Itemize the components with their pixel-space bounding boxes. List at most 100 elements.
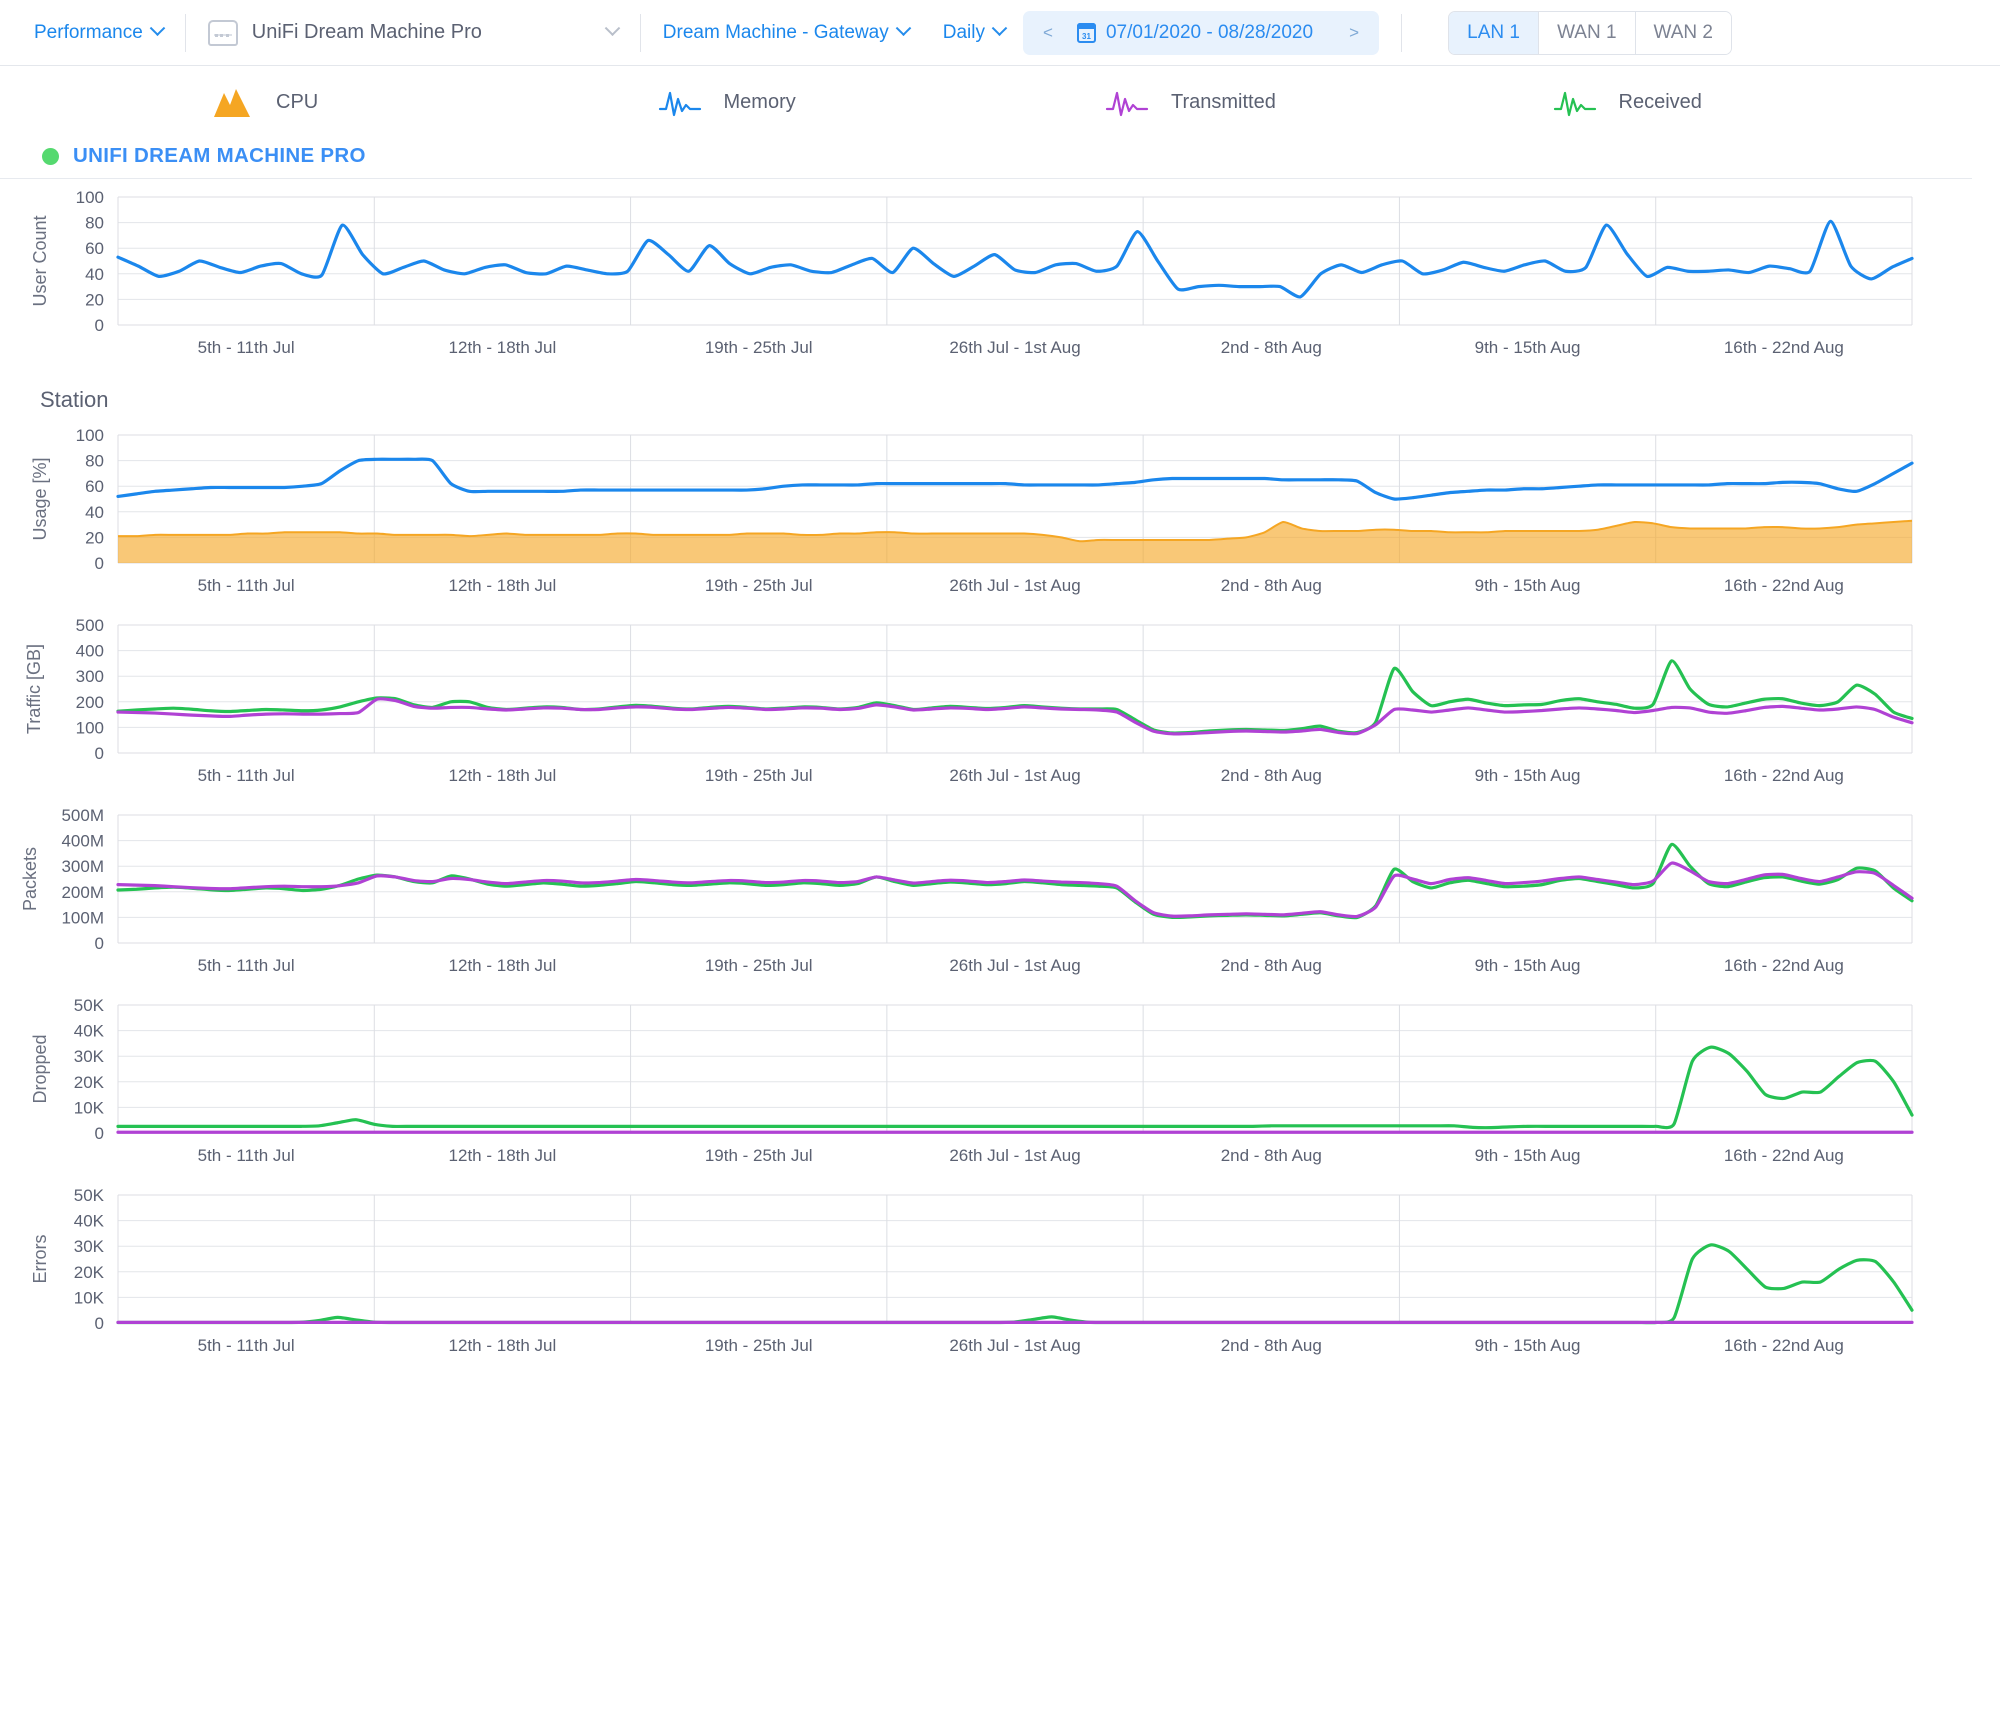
x-tick-label: 9th - 15th Aug bbox=[1475, 1336, 1581, 1355]
x-tick-label: 16th - 22nd Aug bbox=[1724, 766, 1844, 785]
gateway-selector[interactable]: Dream Machine - Gateway bbox=[663, 20, 912, 44]
series-line-memory bbox=[116, 457, 1914, 501]
y-tick-label: 300M bbox=[61, 857, 104, 876]
x-tick-label: 26th Jul - 1st Aug bbox=[949, 766, 1080, 785]
y-tick-label: 100 bbox=[76, 426, 104, 445]
view-selector[interactable]: Performance bbox=[34, 20, 166, 44]
x-tick-label: 9th - 15th Aug bbox=[1475, 766, 1581, 785]
x-tick-label: 5th - 11th Jul bbox=[198, 956, 295, 975]
legend-item-received[interactable]: Received bbox=[1553, 85, 2000, 119]
x-tick-label: 12th - 18th Jul bbox=[449, 766, 557, 785]
y-tick-label: 40 bbox=[85, 265, 104, 284]
series-line-received bbox=[116, 1045, 1914, 1130]
y-tick-label: 100 bbox=[76, 718, 104, 737]
x-tick-label: 2nd - 8th Aug bbox=[1221, 338, 1322, 357]
dream-machine-icon bbox=[207, 19, 238, 46]
page-title[interactable]: UNIFI DREAM MACHINE PRO bbox=[73, 144, 366, 168]
device-selector[interactable]: UniFi Dream Machine Pro bbox=[207, 19, 621, 46]
status-badge bbox=[42, 147, 59, 165]
legend-label-cpu: CPU bbox=[276, 90, 319, 113]
x-tick-label: 19th - 25th Jul bbox=[705, 1146, 813, 1165]
series-line-transmitted bbox=[116, 697, 1914, 736]
series-line-users bbox=[116, 219, 1914, 299]
chart-legend: CPU Memory Transmitted Received bbox=[0, 66, 2000, 138]
series-line-received bbox=[116, 1243, 1914, 1325]
y-tick-label: 200M bbox=[61, 883, 104, 902]
x-tick-label: 12th - 18th Jul bbox=[449, 1146, 557, 1165]
x-tick-label: 16th - 22nd Aug bbox=[1724, 1146, 1844, 1165]
x-tick-label: 5th - 11th Jul bbox=[198, 1146, 295, 1165]
x-tick-label: 26th Jul - 1st Aug bbox=[949, 1146, 1080, 1165]
y-tick-label: 100 bbox=[76, 188, 104, 207]
y-tick-label: 100M bbox=[61, 908, 104, 927]
x-tick-label: 2nd - 8th Aug bbox=[1221, 956, 1322, 975]
y-tick-label: 20K bbox=[74, 1073, 105, 1092]
legend-label-transmitted: Transmitted bbox=[1171, 90, 1276, 113]
y-axis-title: Errors bbox=[30, 1235, 50, 1284]
chart-packets[interactable]: 0 100M 200M 300M 400M 500M 5th - 11th Jul 12th … bbox=[0, 803, 2000, 993]
charts-container: 0 20 40 60 80 100 5th - 11th Jul 12th - 18th Ju… bbox=[0, 179, 2000, 1373]
y-tick-label: 400 bbox=[76, 642, 104, 661]
chart-dropped[interactable]: 0 10K 20K 30K 40K 50K 5th - 11th Jul 12th - 18t… bbox=[0, 993, 2000, 1183]
date-range-next-button[interactable]: > bbox=[1335, 14, 1373, 52]
toolbar-divider-2 bbox=[639, 13, 641, 52]
x-tick-label: 16th - 22nd Aug bbox=[1724, 956, 1844, 975]
y-tick-label: 50K bbox=[74, 1186, 105, 1205]
x-tick-label: 12th - 18th Jul bbox=[449, 576, 557, 595]
y-tick-label: 60 bbox=[85, 477, 104, 496]
date-range-label[interactable]: 07/01/2020 - 08/28/2020 bbox=[1100, 22, 1331, 44]
tab-wan-1[interactable]: WAN 1 bbox=[1539, 11, 1636, 54]
y-axis-title: User Count bbox=[30, 215, 50, 306]
date-range-picker[interactable]: < 07/01/2020 - 08/28/2020 > bbox=[1022, 10, 1380, 55]
x-tick-label: 19th - 25th Jul bbox=[705, 766, 813, 785]
date-range-prev-button[interactable]: < bbox=[1029, 14, 1067, 52]
y-tick-label: 500 bbox=[76, 616, 104, 635]
x-tick-label: 26th Jul - 1st Aug bbox=[949, 956, 1080, 975]
chevron-down-icon bbox=[895, 20, 912, 37]
top-toolbar: Performance UniFi Dream Machine Pro Drea… bbox=[0, 0, 2000, 66]
interval-selector-label: Daily bbox=[942, 21, 985, 43]
legend-label-memory: Memory bbox=[723, 90, 796, 113]
tab-lan-1[interactable]: LAN 1 bbox=[1449, 11, 1540, 54]
y-tick-label: 80 bbox=[85, 452, 104, 471]
x-tick-label: 26th Jul - 1st Aug bbox=[949, 576, 1080, 595]
y-tick-label: 20 bbox=[85, 290, 104, 309]
x-tick-label: 2nd - 8th Aug bbox=[1221, 576, 1322, 595]
y-axis-title: Traffic [GB] bbox=[24, 644, 44, 734]
y-tick-label: 200 bbox=[76, 693, 104, 712]
y-tick-label: 0 bbox=[95, 1314, 104, 1333]
x-tick-label: 16th - 22nd Aug bbox=[1724, 1336, 1844, 1355]
series-line-transmitted bbox=[116, 861, 1914, 919]
legend-item-memory[interactable]: Memory bbox=[658, 85, 1106, 119]
tab-wan-2[interactable]: WAN 2 bbox=[1635, 11, 1731, 54]
y-tick-label: 60 bbox=[85, 239, 104, 258]
x-tick-label: 12th - 18th Jul bbox=[449, 338, 557, 357]
chart-traffic[interactable]: 0 100 200 300 400 500 5th - 11th Jul 12th - 18t… bbox=[0, 613, 2000, 803]
area-chart-icon bbox=[214, 89, 250, 117]
x-tick-label: 5th - 11th Jul bbox=[198, 766, 295, 785]
chart-user-count[interactable]: 0 20 40 60 80 100 5th - 11th Jul 12th - 18th Ju… bbox=[0, 185, 2000, 375]
chart-usage[interactable]: 0 20 40 60 80 100 5th - 11th Jul 12th - 18th Ju… bbox=[0, 423, 2000, 613]
x-tick-label: 5th - 11th Jul bbox=[198, 576, 295, 595]
interface-tab-group: LAN 1 WAN 1 WAN 2 bbox=[1448, 10, 1732, 55]
calendar-icon bbox=[1076, 22, 1096, 43]
section-label-station: Station bbox=[40, 387, 109, 412]
x-tick-label: 12th - 18th Jul bbox=[449, 956, 557, 975]
y-tick-label: 500M bbox=[61, 806, 104, 825]
x-tick-label: 9th - 15th Aug bbox=[1475, 956, 1581, 975]
x-tick-label: 19th - 25th Jul bbox=[705, 1336, 813, 1355]
x-tick-label: 26th Jul - 1st Aug bbox=[949, 1336, 1080, 1355]
line-chart-icon bbox=[658, 91, 701, 117]
line-chart-icon bbox=[1105, 91, 1149, 117]
interval-selector[interactable]: Daily bbox=[942, 20, 1008, 44]
y-axis-title: Usage [%] bbox=[30, 457, 50, 540]
legend-item-cpu[interactable]: CPU bbox=[210, 85, 658, 119]
y-tick-label: 0 bbox=[95, 744, 104, 763]
y-tick-label: 0 bbox=[95, 554, 104, 573]
y-axis-title: Packets bbox=[20, 847, 40, 911]
x-tick-label: 2nd - 8th Aug bbox=[1221, 766, 1322, 785]
chart-errors[interactable]: 0 10K 20K 30K 40K 50K 5th - 11th Jul 12th - 18t… bbox=[0, 1183, 2000, 1373]
y-tick-label: 20K bbox=[74, 1263, 105, 1282]
legend-item-transmitted[interactable]: Transmitted bbox=[1105, 85, 1553, 119]
x-tick-label: 19th - 25th Jul bbox=[705, 338, 813, 357]
